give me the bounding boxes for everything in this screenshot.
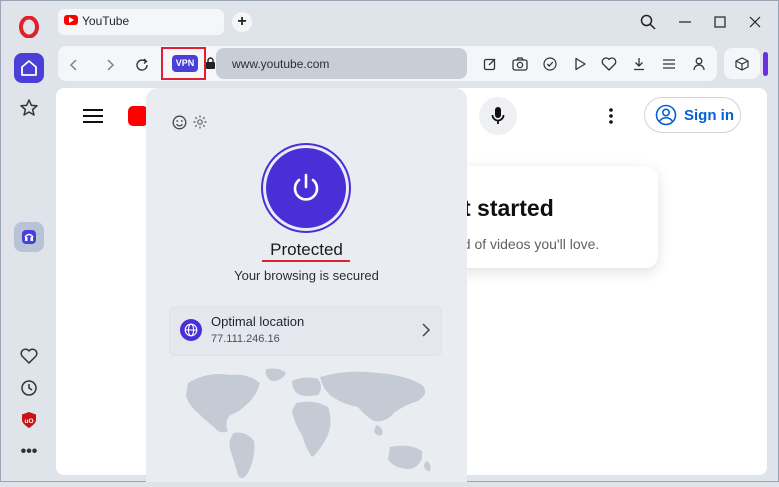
reload-icon [136, 58, 148, 71]
toolbar-accent-bar [763, 52, 768, 76]
play-icon [575, 57, 586, 71]
forward-button[interactable] [100, 55, 120, 75]
sign-in-label: Sign in [684, 107, 734, 124]
youtube-logo-icon[interactable] [128, 106, 148, 126]
sidebar-favorites-button[interactable] [14, 341, 44, 371]
back-icon [69, 59, 77, 71]
location-name: Optimal location [211, 314, 305, 329]
account-icon [655, 104, 677, 131]
heart-icon [20, 348, 38, 364]
easy-setup-button[interactable] [660, 55, 678, 73]
home-icon [21, 60, 37, 76]
location-ip: 77.111.246.16 [211, 333, 280, 345]
profile-button[interactable] [690, 55, 708, 73]
globe-icon [180, 319, 202, 341]
url-text[interactable]: www.youtube.com [232, 57, 329, 71]
edit-icon [483, 58, 496, 71]
cube-icon [735, 57, 749, 71]
reload-button[interactable] [132, 55, 152, 75]
minimize-icon [679, 21, 691, 23]
snapshot-button[interactable] [511, 55, 529, 73]
location-selector[interactable] [169, 306, 442, 356]
vpn-power-button[interactable] [266, 148, 346, 228]
get-started-subtext: ed of videos you'll love. [455, 236, 600, 252]
sidebar-home-button[interactable] [14, 53, 44, 83]
star-icon [20, 99, 38, 116]
shield-check-icon [543, 57, 557, 71]
status-underline [262, 260, 350, 262]
maximize-button[interactable] [709, 12, 731, 32]
mic-icon [491, 107, 505, 124]
downloads-button[interactable] [630, 55, 648, 73]
more-icon[interactable]: ••• [14, 437, 44, 467]
person-icon [693, 57, 705, 71]
close-icon [749, 16, 761, 28]
minimize-button[interactable] [674, 12, 696, 32]
menu-icon [663, 59, 675, 69]
svg-text:uO: uO [24, 418, 33, 425]
power-icon [293, 173, 319, 201]
lock-icon [205, 57, 216, 75]
world-map-image [168, 365, 443, 482]
ublock-icon: uO [22, 412, 36, 428]
tab-title: YouTube [82, 14, 130, 28]
extensions-button[interactable] [733, 55, 751, 73]
emoji-icon[interactable] [172, 115, 187, 135]
voice-search-button[interactable] [479, 97, 517, 135]
youtube-favicon-icon [64, 15, 78, 25]
sidebar-bookmarks-button[interactable] [14, 93, 44, 123]
opera-logo-icon[interactable] [14, 12, 44, 42]
vpn-badge-button[interactable]: VPN [172, 55, 198, 72]
vpn-sidebar-icon [22, 230, 36, 244]
tracker-blocker-button[interactable] [541, 55, 559, 73]
chevron-right-icon [420, 322, 432, 338]
favorites-button[interactable] [600, 55, 618, 73]
download-icon [634, 58, 644, 71]
camera-icon [512, 57, 528, 71]
hamburger-icon[interactable] [83, 108, 103, 129]
sidebar-vpn-button[interactable] [14, 222, 44, 252]
close-button[interactable] [744, 12, 766, 32]
maximize-icon [714, 16, 726, 28]
gear-icon[interactable] [192, 114, 208, 135]
back-button[interactable] [64, 55, 84, 75]
search-icon [640, 14, 656, 30]
forward-icon [107, 59, 115, 71]
sidebar-history-button[interactable] [14, 373, 44, 403]
history-icon [21, 380, 37, 396]
more-options-icon[interactable] [608, 107, 614, 130]
get-started-heading: t started [463, 195, 554, 221]
vpn-status: Protected [270, 240, 343, 259]
sidebar-ublock-button[interactable]: uO [14, 405, 44, 435]
new-tab-button[interactable]: + [232, 12, 252, 32]
search-tabs-button[interactable] [637, 12, 659, 32]
heart-icon [601, 57, 617, 71]
player-button[interactable] [571, 55, 589, 73]
edit-button[interactable] [481, 55, 499, 73]
vpn-status-subtext: Your browsing is secured [234, 268, 379, 283]
